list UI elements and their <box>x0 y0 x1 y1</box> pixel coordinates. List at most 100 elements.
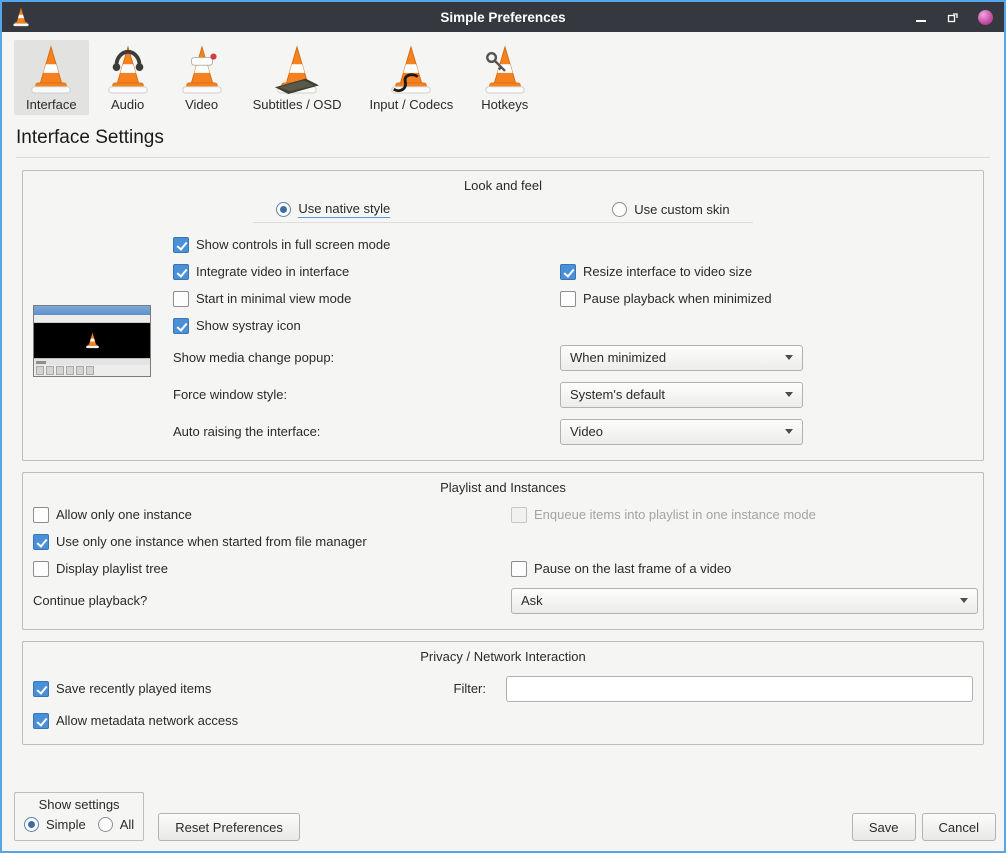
filter-input[interactable] <box>506 676 973 702</box>
checkbox-show-systray[interactable]: Show systray icon <box>173 318 301 334</box>
privacy-network-group: Privacy / Network Interaction Save recen… <box>22 641 984 745</box>
cancel-button[interactable]: Cancel <box>922 813 996 841</box>
option-row: Continue playback? Ask <box>33 582 973 619</box>
checkbox-label: Allow only one instance <box>56 507 192 522</box>
radio-row-divider <box>253 222 753 223</box>
category-subtitles-osd[interactable]: Subtitles / OSD <box>241 40 354 115</box>
filter-label: Filter: <box>454 681 487 696</box>
radio-simple-label: Simple <box>46 817 86 832</box>
category-video-label: Video <box>185 97 218 112</box>
checkbox-pause-minimized[interactable]: Pause playback when minimized <box>560 291 772 307</box>
checkbox-enqueue-one-instance: Enqueue items into playlist in one insta… <box>511 507 816 523</box>
continue-playback-label: Continue playback? <box>33 593 147 608</box>
force-window-style-label: Force window style: <box>173 387 287 402</box>
titlebar[interactable]: Simple Preferences <box>2 2 1004 32</box>
option-row: Show systray icon <box>173 312 973 339</box>
checkbox-metadata-network-access[interactable]: Allow metadata network access <box>33 713 238 729</box>
checkbox-box <box>173 237 189 253</box>
chevron-down-icon <box>960 598 968 603</box>
checkbox-label: Allow metadata network access <box>56 713 238 728</box>
select-value: System's default <box>570 387 785 402</box>
checkbox-allow-one-instance[interactable]: Allow only one instance <box>33 507 192 523</box>
select-media-change-popup[interactable]: When minimized <box>560 345 803 371</box>
checkbox-label: Show controls in full screen mode <box>196 237 390 252</box>
window-icon-area <box>12 7 30 27</box>
select-auto-raising[interactable]: Video <box>560 419 803 445</box>
category-input-codecs[interactable]: Input / Codecs <box>357 40 465 115</box>
checkbox-integrate-video[interactable]: Integrate video in interface <box>173 264 349 280</box>
checkbox-label: Display playlist tree <box>56 561 168 576</box>
restore-button[interactable] <box>944 6 962 28</box>
checkbox-box <box>560 291 576 307</box>
option-row: Auto raising the interface: Video <box>173 413 973 450</box>
checkbox-label: Integrate video in interface <box>196 264 349 279</box>
checkbox-label: Resize interface to video size <box>583 264 752 279</box>
close-icon <box>978 10 993 25</box>
option-row: Force window style: System's default <box>173 376 973 413</box>
radio-use-custom-skin[interactable]: Use custom skin <box>612 201 729 218</box>
restore-icon <box>947 11 959 23</box>
option-row: Show media change popup: When minimized <box>173 339 973 376</box>
reset-button-area: Reset Preferences <box>158 813 300 841</box>
close-button[interactable] <box>976 6 994 28</box>
preview-controls <box>34 365 150 376</box>
input-codecs-icon <box>388 45 434 95</box>
checkbox-display-playlist-tree[interactable]: Display playlist tree <box>33 561 168 577</box>
media-change-popup-label: Show media change popup: <box>173 350 334 365</box>
radio-show-settings-simple[interactable]: Simple <box>24 817 86 832</box>
radio-use-native-style[interactable]: Use native style <box>276 201 390 218</box>
category-interface-label: Interface <box>26 97 77 112</box>
option-row: Allow only one instance Enqueue items in… <box>33 501 973 528</box>
category-audio-label: Audio <box>111 97 144 112</box>
checkbox-minimal-view[interactable]: Start in minimal view mode <box>173 291 351 307</box>
checkbox-box <box>511 561 527 577</box>
select-force-window-style[interactable]: System's default <box>560 382 803 408</box>
select-value: When minimized <box>570 350 785 365</box>
preview-seekbar <box>34 358 150 365</box>
radio-all-label: All <box>120 817 134 832</box>
radio-show-settings-all[interactable]: All <box>98 817 134 832</box>
checkbox-resize-interface[interactable]: Resize interface to video size <box>560 264 752 280</box>
minimize-button[interactable] <box>912 6 930 28</box>
style-radio-row: Use native style Use custom skin <box>33 199 973 222</box>
preview-column <box>33 305 173 377</box>
option-row: Save recently played items Filter: <box>33 670 973 707</box>
checkbox-box <box>560 264 576 280</box>
save-button[interactable]: Save <box>852 813 916 841</box>
checkbox-box <box>33 681 49 697</box>
checkbox-show-controls-fullscreen[interactable]: Show controls in full screen mode <box>173 237 390 253</box>
window-title: Simple Preferences <box>2 10 1004 25</box>
preview-menubar <box>34 315 150 323</box>
checkbox-save-recent-items[interactable]: Save recently played items <box>33 681 454 697</box>
playlist-instances-group: Playlist and Instances Allow only one in… <box>22 472 984 630</box>
preview-cone-icon <box>85 332 100 349</box>
checkbox-label: Pause on the last frame of a video <box>534 561 731 576</box>
category-hotkeys[interactable]: Hotkeys <box>469 40 540 115</box>
checkbox-box <box>33 534 49 550</box>
reset-preferences-button[interactable]: Reset Preferences <box>158 813 300 841</box>
option-row: Use only one instance when started from … <box>33 528 973 555</box>
category-video[interactable]: Video <box>167 40 237 115</box>
select-value: Video <box>570 424 785 439</box>
option-row: Show controls in full screen mode <box>173 231 973 258</box>
select-continue-playback[interactable]: Ask <box>511 588 978 614</box>
dialog-buttons: Save Cancel <box>852 813 996 841</box>
video-icon <box>179 45 225 95</box>
radio-dot <box>276 202 291 217</box>
checkbox-label: Save recently played items <box>56 681 211 696</box>
vlc-cone-icon <box>12 7 30 27</box>
show-settings-group: Show settings Simple All <box>14 792 144 841</box>
checkbox-label: Use only one instance when started from … <box>56 534 367 549</box>
category-hotkeys-label: Hotkeys <box>481 97 528 112</box>
minimize-icon <box>916 20 926 22</box>
checkbox-pause-last-frame[interactable]: Pause on the last frame of a video <box>511 561 731 577</box>
radio-dot <box>24 817 39 832</box>
preview-titlebar <box>34 306 150 315</box>
category-interface[interactable]: Interface <box>14 40 89 115</box>
hotkeys-icon <box>482 45 528 95</box>
checkbox-box <box>33 713 49 729</box>
checkbox-label: Show systray icon <box>196 318 301 333</box>
look-and-feel-group: Look and feel Use native style Use custo… <box>22 170 984 461</box>
checkbox-one-instance-file-manager[interactable]: Use only one instance when started from … <box>33 534 367 550</box>
category-audio[interactable]: Audio <box>93 40 163 115</box>
